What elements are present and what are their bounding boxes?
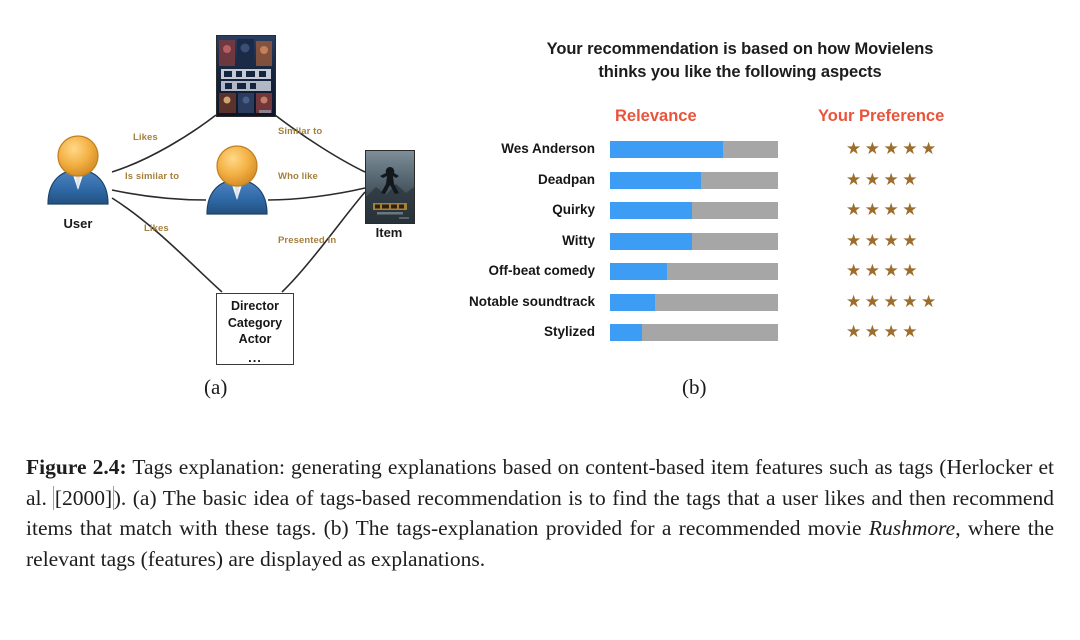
subfigure-label-a: (a) bbox=[204, 375, 228, 399]
relevance-bar-fill bbox=[610, 232, 693, 250]
relevance-bar-fill bbox=[610, 141, 723, 158]
edge-label-similar-to: Similar to bbox=[278, 126, 323, 137]
relevance-bar-fill bbox=[610, 293, 656, 311]
edge-label-likes-movie: Likes bbox=[133, 132, 158, 143]
preference-stars: ★★★★ bbox=[846, 230, 921, 251]
preference-stars: ★★★★ bbox=[846, 261, 921, 281]
user-avatar-art bbox=[47, 135, 109, 205]
item-movie-poster bbox=[365, 150, 415, 224]
preference-stars: ★★★★ bbox=[846, 200, 921, 220]
caption-figure-label: Figure 2.4: bbox=[26, 455, 127, 479]
relevance-bar-fill bbox=[610, 324, 642, 341]
edge-label-is-similar-to: Is similar to bbox=[125, 171, 180, 182]
tag-row: Quirky ★★★★ bbox=[430, 199, 1060, 230]
similar-user-avatar bbox=[201, 142, 273, 222]
tag-row: Notable soundtrack ★★★★★ bbox=[430, 291, 1060, 322]
widget-title-line1: Your recommendation is based on how Movi… bbox=[546, 40, 934, 58]
caption-citation-link[interactable]: [2000] bbox=[53, 485, 114, 510]
relevance-bar-track bbox=[610, 202, 778, 219]
relevance-bar-track bbox=[610, 141, 778, 158]
tag-row: Wes Anderson ★★★★★ bbox=[430, 138, 1060, 169]
justice-league-poster-art bbox=[217, 36, 275, 116]
liked-movie-poster bbox=[216, 35, 276, 117]
user-node-label: User bbox=[63, 216, 93, 231]
relevance-bar-track bbox=[610, 324, 778, 341]
subfigure-label-b: (b) bbox=[682, 375, 707, 399]
relevance-bar-track bbox=[610, 232, 778, 250]
edge-label-likes-tags: Likes bbox=[144, 223, 169, 234]
relevance-bar-fill bbox=[610, 171, 701, 189]
relevance-bar-fill bbox=[610, 202, 693, 219]
figure-area: User Item Director Category Actor ... Li… bbox=[0, 0, 1080, 420]
tag-label: Off-beat comedy bbox=[488, 263, 595, 278]
widget-title-line2: thinks you like the following aspects bbox=[598, 63, 882, 81]
relevance-bar-track bbox=[610, 293, 778, 311]
item-node-label: Item bbox=[375, 225, 403, 240]
edge-label-presented-in: Presented in bbox=[278, 235, 337, 246]
attribute-actor: Actor bbox=[238, 332, 272, 346]
attribute-director: Director bbox=[231, 299, 279, 313]
tag-row: Off-beat comedy ★★★★ bbox=[430, 260, 1060, 291]
preference-stars: ★★★★★ bbox=[846, 291, 940, 312]
attribute-box: Director Category Actor ... bbox=[216, 293, 294, 365]
tag-rows-list: Wes Anderson ★★★★★ Deadpan ★★★★ Quirky ★★★★ Wi… bbox=[430, 138, 1060, 352]
tag-label: Deadpan bbox=[537, 171, 595, 187]
preference-stars: ★★★★★ bbox=[846, 139, 940, 159]
attribute-category: Category bbox=[227, 315, 283, 330]
preference-stars: ★★★★ bbox=[846, 169, 921, 190]
tag-row: Stylized ★★★★ bbox=[430, 321, 1060, 352]
caption-movie-title: Rushmore bbox=[868, 516, 956, 540]
edge-label-who-like: Who like bbox=[278, 171, 318, 182]
tag-label: Stylized bbox=[543, 324, 595, 339]
tag-label: Notable soundtrack bbox=[468, 293, 595, 309]
preference-stars: ★★★★ bbox=[846, 322, 921, 342]
tag-label: Witty bbox=[562, 232, 595, 248]
column-header-relevance: Relevance bbox=[615, 107, 697, 125]
similar-user-avatar-art bbox=[206, 145, 268, 215]
attribute-ellipsis: ... bbox=[248, 349, 262, 365]
relevance-bar-track bbox=[610, 171, 778, 189]
tag-label: Wes Anderson bbox=[501, 141, 595, 156]
tag-row: Deadpan ★★★★ bbox=[430, 169, 1060, 200]
black-panther-poster-art bbox=[366, 151, 414, 223]
figure-caption: Figure 2.4: Tags explanation: generating… bbox=[26, 452, 1054, 574]
relevance-bar-fill bbox=[610, 263, 668, 280]
relevance-bar-track bbox=[610, 263, 778, 280]
panel-a-diagram: User Item Director Category Actor ... Li… bbox=[20, 20, 420, 420]
user-avatar bbox=[42, 132, 114, 212]
widget-title: Your recommendation is based on how Movi… bbox=[460, 38, 1020, 84]
tag-row: Witty ★★★★ bbox=[430, 230, 1060, 261]
column-header-your-preference: Your Preference bbox=[818, 107, 945, 125]
tag-label: Quirky bbox=[552, 202, 595, 217]
panel-b-tag-explanation: Your recommendation is based on how Movi… bbox=[430, 20, 1060, 420]
